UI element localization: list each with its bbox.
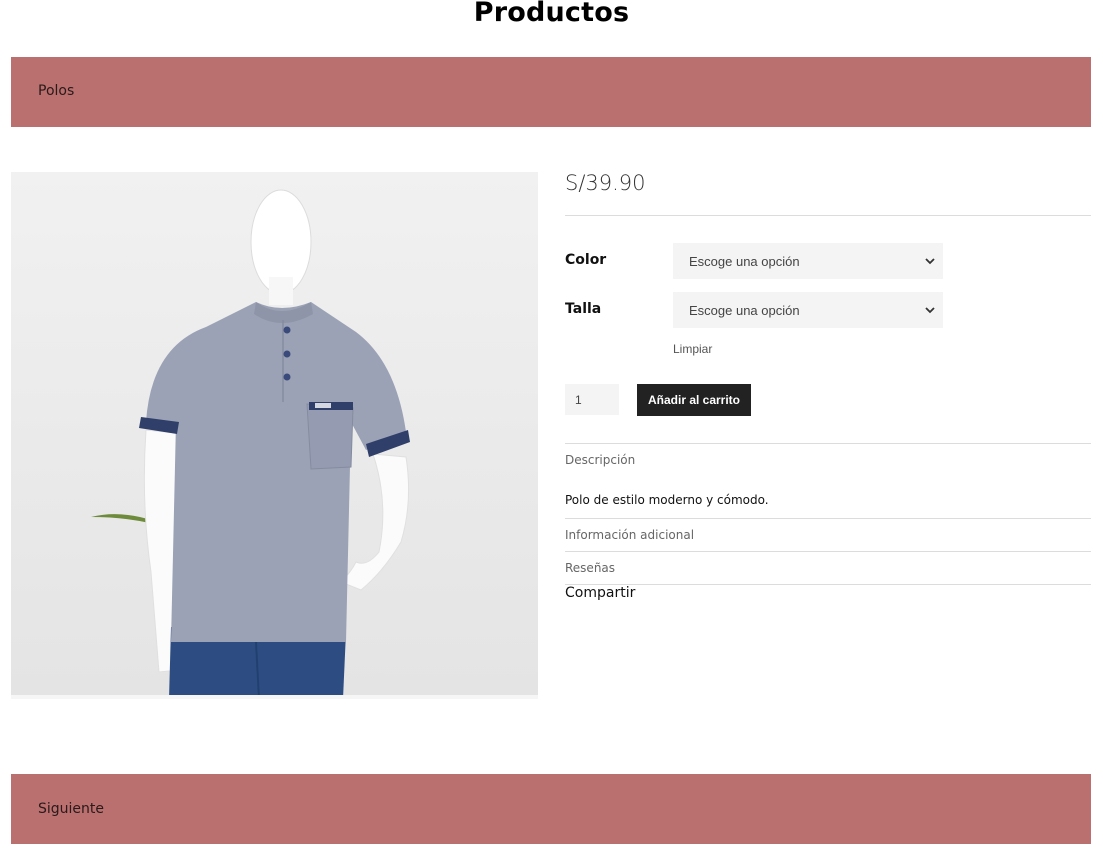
- product-image[interactable]: [11, 172, 538, 699]
- color-label: Color: [565, 252, 607, 268]
- price-divider: [565, 215, 1091, 216]
- size-label: Talla: [565, 301, 602, 317]
- tab-divider: [565, 584, 1091, 585]
- add-to-cart-button[interactable]: Añadir al carrito: [637, 384, 751, 416]
- chevron-down-icon: [925, 307, 935, 314]
- page-title: Productos: [473, 0, 630, 28]
- category-banner: Polos: [11, 57, 1091, 127]
- product-price: S/39.90: [565, 171, 646, 195]
- tab-divider: [565, 551, 1091, 552]
- share-label: Compartir: [565, 585, 636, 601]
- quantity-input[interactable]: 1: [565, 384, 619, 415]
- size-select[interactable]: Escoge una opción: [673, 292, 943, 328]
- tab-description[interactable]: Descripción: [565, 453, 635, 467]
- tab-divider: [565, 518, 1091, 519]
- tab-reviews[interactable]: Reseñas: [565, 561, 615, 575]
- tab-additional-info[interactable]: Información adicional: [565, 528, 694, 542]
- color-select-value: Escoge una opción: [689, 253, 800, 269]
- category-label[interactable]: Polos: [38, 83, 74, 99]
- tabs-divider: [565, 443, 1091, 444]
- product-photo: [91, 189, 410, 699]
- clear-selection-link[interactable]: Limpiar: [673, 342, 712, 356]
- description-text: Polo de estilo moderno y cómodo.: [565, 493, 769, 507]
- next-banner: Siguiente: [11, 774, 1091, 844]
- size-select-value: Escoge una opción: [689, 302, 800, 318]
- color-select[interactable]: Escoge una opción: [673, 243, 943, 279]
- chevron-down-icon: [925, 258, 935, 265]
- next-link[interactable]: Siguiente: [38, 801, 104, 817]
